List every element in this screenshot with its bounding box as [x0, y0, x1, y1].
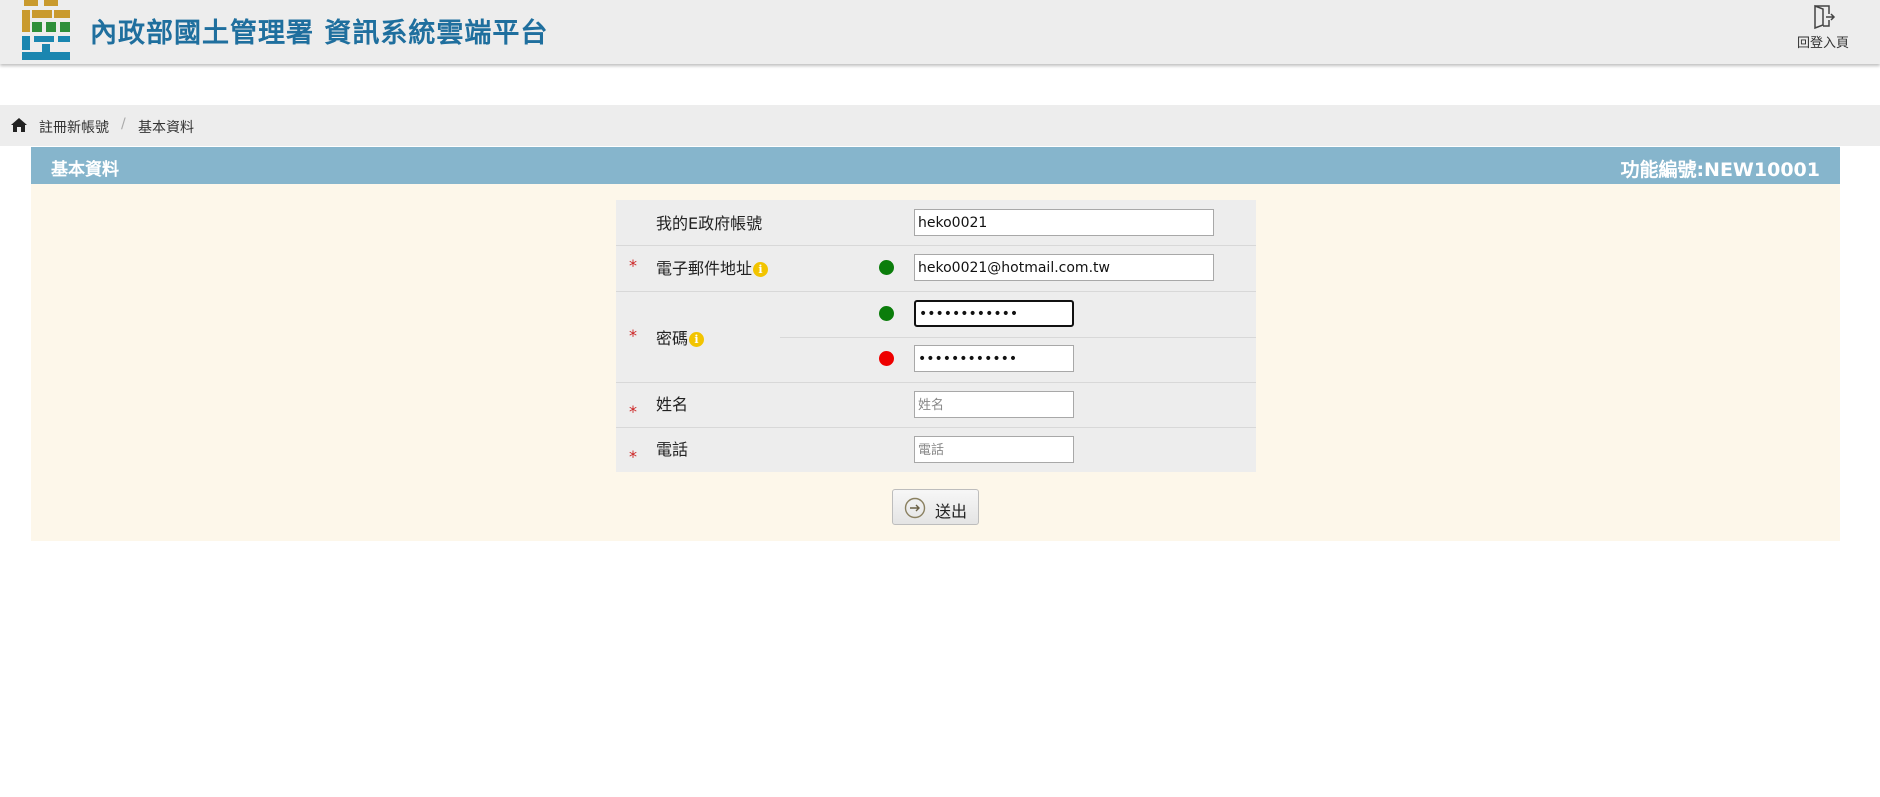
egov-account-label: 我的E政府帳號 — [656, 214, 763, 233]
email-label: 電子郵件地址 i — [656, 255, 769, 279]
home-icon[interactable] — [11, 118, 27, 132]
password-confirm-field[interactable] — [914, 345, 1074, 372]
row-divider — [616, 291, 1256, 292]
info-icon[interactable]: i — [689, 332, 705, 347]
password-label: 密碼 i — [656, 325, 705, 349]
email-field[interactable] — [914, 254, 1214, 281]
name-label: 姓名 — [656, 395, 689, 414]
row-divider — [616, 245, 1256, 246]
submit-button[interactable]: 送出 — [892, 489, 979, 525]
password-status-ok-icon — [879, 306, 894, 321]
panel-title: 基本資料 — [51, 160, 119, 180]
phone-label: 電話 — [656, 440, 689, 459]
arrow-circle-right-icon — [904, 497, 926, 519]
egov-account-field[interactable] — [914, 209, 1214, 236]
email-status-ok-icon — [879, 260, 894, 275]
phone-field[interactable] — [914, 436, 1074, 463]
function-code: 功能編號:NEW10001 — [1620, 159, 1820, 181]
exit-door-icon — [1814, 4, 1836, 30]
back-to-login-button[interactable]: 回登入頁 — [1790, 4, 1856, 56]
required-mark: * — [629, 256, 637, 275]
required-mark: * — [629, 447, 637, 466]
email-label-text: 電子郵件地址 — [656, 259, 753, 278]
agency-logo-icon — [22, 0, 70, 60]
required-mark: * — [629, 402, 637, 421]
row-divider — [616, 382, 1256, 383]
breadcrumb: 註冊新帳號 / 基本資料 — [0, 105, 1880, 146]
row-divider — [780, 337, 1256, 338]
required-mark: * — [629, 326, 637, 345]
password-label-text: 密碼 — [656, 329, 689, 348]
site-title: 內政部國土管理署 資訊系統雲端平台 — [90, 18, 549, 49]
info-icon[interactable]: i — [753, 262, 769, 277]
back-to-login-label: 回登入頁 — [1796, 36, 1849, 51]
breadcrumb-item-basic-info: 基本資料 — [138, 120, 194, 136]
breadcrumb-item-register[interactable]: 註冊新帳號 — [39, 117, 109, 137]
password-confirm-status-error-icon — [879, 351, 894, 366]
panel-header: 基本資料 功能編號:NEW10001 — [31, 147, 1840, 184]
basic-info-form: 我的E政府帳號 * 電子郵件地址i * 密碼i * 姓名 * 電話 — [616, 200, 1256, 472]
name-field[interactable] — [914, 391, 1074, 418]
row-divider — [616, 427, 1256, 428]
top-header: 內政部國土管理署 資訊系統雲端平台 回登入頁 — [0, 0, 1880, 64]
submit-label: 送出 — [935, 502, 968, 521]
breadcrumb-separator: / — [121, 116, 126, 132]
password-field[interactable] — [914, 300, 1074, 327]
